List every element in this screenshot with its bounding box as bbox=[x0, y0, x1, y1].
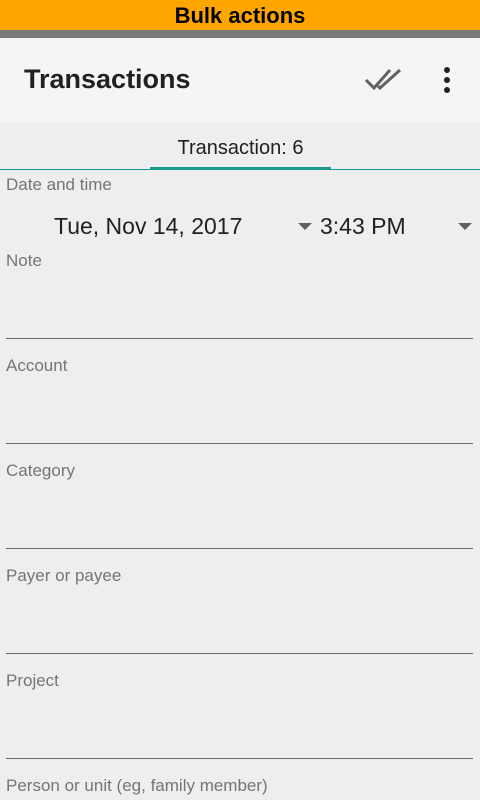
date-dropdown-caret-icon bbox=[298, 223, 312, 230]
app-bar: Transactions bbox=[0, 38, 480, 122]
note-label: Note bbox=[6, 251, 42, 270]
banner-label: Bulk actions bbox=[174, 3, 306, 28]
double-check-icon bbox=[364, 68, 402, 91]
category-field[interactable] bbox=[6, 508, 473, 549]
select-all-button[interactable] bbox=[362, 58, 406, 102]
time-dropdown-caret-icon bbox=[458, 223, 472, 230]
banner-divider bbox=[0, 30, 480, 38]
tab-indicator bbox=[150, 167, 331, 170]
note-field[interactable] bbox=[6, 298, 473, 339]
payee-field[interactable] bbox=[6, 613, 473, 654]
account-field[interactable] bbox=[6, 403, 473, 444]
tab-bar: Transaction: 6 bbox=[0, 122, 480, 170]
person-label: Person or unit (eg, family member) bbox=[6, 776, 268, 795]
bulk-actions-banner: Bulk actions bbox=[0, 0, 480, 30]
project-label: Project bbox=[6, 671, 59, 690]
date-time-label: Date and time bbox=[6, 175, 112, 194]
time-spinner[interactable]: 3:43 PM bbox=[320, 204, 472, 248]
tab-label: Transaction: 6 bbox=[177, 137, 304, 159]
time-value: 3:43 PM bbox=[320, 213, 406, 239]
account-label: Account bbox=[6, 356, 68, 375]
date-spinner[interactable]: Tue, Nov 14, 2017 bbox=[54, 204, 316, 248]
project-field[interactable] bbox=[6, 718, 473, 759]
category-label: Category bbox=[6, 461, 75, 480]
tab-transaction[interactable]: Transaction: 6 bbox=[150, 122, 331, 170]
payee-label: Payer or payee bbox=[6, 566, 122, 585]
overflow-menu-button[interactable] bbox=[425, 58, 469, 102]
page-title: Transactions bbox=[24, 64, 191, 94]
more-vertical-icon bbox=[444, 67, 450, 93]
date-value: Tue, Nov 14, 2017 bbox=[54, 213, 243, 239]
